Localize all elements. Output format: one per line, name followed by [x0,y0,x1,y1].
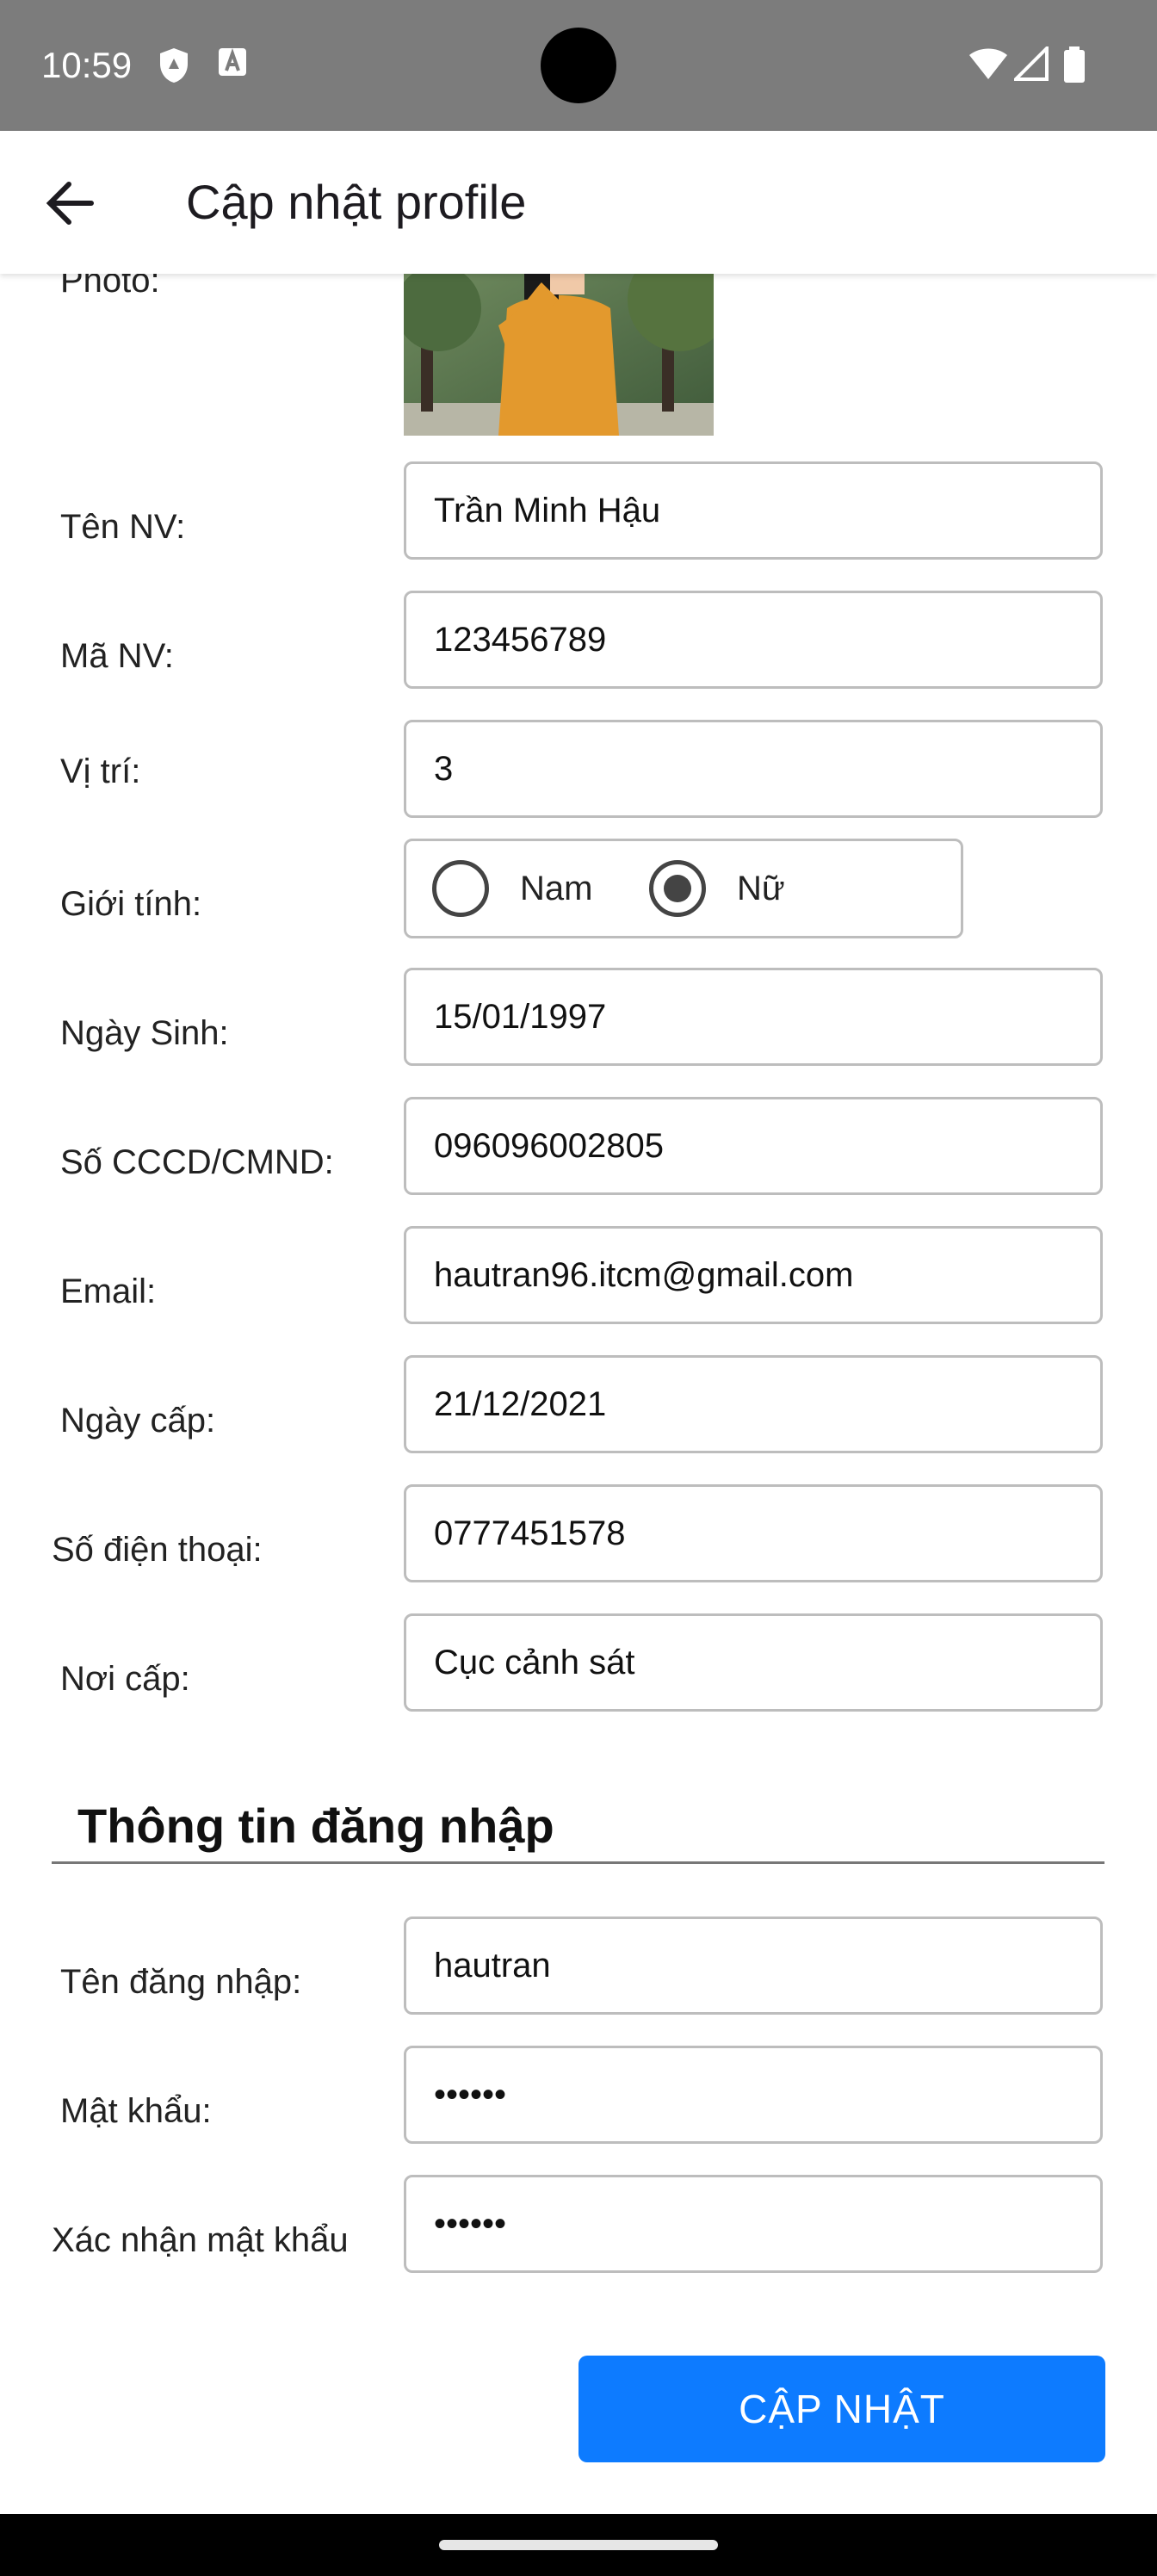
position-label: Vị trí: [60,752,141,790]
phone-label: Số điện thoại: [52,1531,263,1569]
status-time: 10:59 [41,45,133,85]
camera-cutout [541,28,616,103]
page-title: Cập nhật profile [186,175,527,229]
birth-date-field[interactable]: 15/01/1997 [404,968,1103,1066]
navigation-bar [0,2514,1157,2576]
employee-name-value: Trần Minh Hậu [434,492,661,529]
employee-name-field[interactable]: Trần Minh Hậu [404,461,1103,560]
employee-name-label: Tên NV: [60,508,186,546]
gender-radio-group[interactable]: Nam Nữ [404,839,963,938]
birth-date-label: Ngày Sinh: [60,1014,229,1052]
position-field[interactable]: 3 [404,720,1103,818]
home-gesture-handle[interactable] [439,2540,718,2550]
employee-id-label: Mã NV: [60,637,174,675]
issue-date-field[interactable]: 21/12/2021 [404,1355,1103,1453]
phone-field[interactable]: 0777451578 [404,1484,1103,1582]
gender-option-male-label[interactable]: Nam [520,841,592,936]
password-value: •••••• [434,2076,507,2114]
employee-id-value: 123456789 [434,621,607,659]
gender-label: Giới tính: [60,885,202,923]
gender-option-female-label[interactable]: Nữ [737,841,785,936]
issue-place-field[interactable]: Cục cảnh sát [404,1613,1103,1712]
profile-form[interactable]: Photo: Tên NV: Trần Minh Hậu Mã NV: 1234… [0,262,1157,2514]
confirm-password-field[interactable]: •••••• [404,2175,1103,2273]
login-section-title: Thông tin đăng nhập [77,1799,554,1853]
id-card-label: Số CCCD/CMND: [60,1143,334,1181]
username-field[interactable]: hautran [404,1917,1103,2015]
email-field[interactable]: hautran96.itcm@gmail.com [404,1226,1103,1324]
arrow-left-icon [46,182,94,225]
confirm-password-label: Xác nhận mật khẩu [52,2221,349,2259]
password-label: Mật khẩu: [60,2092,212,2130]
issue-place-label: Nơi cấp: [60,1660,190,1698]
phone-value: 0777451578 [434,1514,626,1552]
update-button[interactable]: CẬP NHẬT [578,2356,1105,2462]
issue-date-value: 21/12/2021 [434,1385,607,1423]
issue-date-label: Ngày cấp: [60,1402,216,1440]
profile-photo[interactable] [404,274,714,436]
section-divider [52,1861,1104,1864]
confirm-password-value: •••••• [434,2205,507,2243]
app-bar: Cập nhật profile [0,131,1157,274]
employee-id-field[interactable]: 123456789 [404,591,1103,689]
birth-date-value: 15/01/1997 [434,998,607,1036]
issue-place-value: Cục cảnh sát [434,1644,635,1681]
email-value: hautran96.itcm@gmail.com [434,1256,854,1294]
username-value: hautran [434,1947,551,1985]
font-icon [217,46,248,82]
id-card-field[interactable]: 096096002805 [404,1097,1103,1195]
username-label: Tên đăng nhập: [60,1963,302,2001]
email-label: Email: [60,1273,157,1310]
signal-icon [1012,44,1049,85]
position-value: 3 [434,750,454,788]
id-card-value: 096096002805 [434,1127,664,1165]
status-bar: 10:59 [0,0,1157,131]
gender-radio-female[interactable] [649,860,706,917]
gender-radio-male[interactable] [432,860,489,917]
password-field[interactable]: •••••• [404,2046,1103,2144]
back-button[interactable] [34,165,110,241]
wifi-icon [968,46,1009,85]
battery-icon [1062,46,1086,87]
shield-icon [158,46,189,89]
